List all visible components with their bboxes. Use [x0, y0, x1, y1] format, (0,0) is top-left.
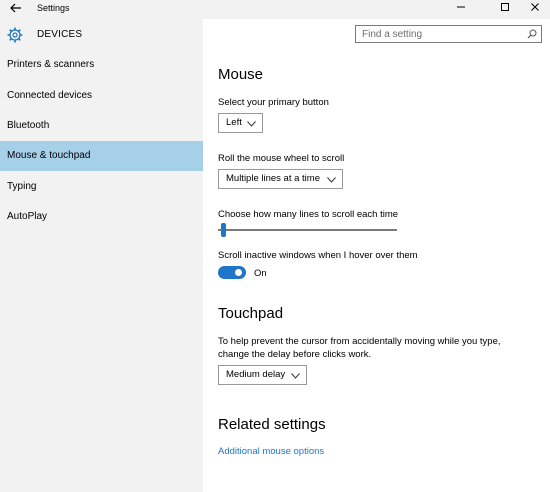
sidebar-item-typing[interactable]: Typing [0, 172, 203, 202]
page-title: DEVICES [37, 29, 83, 40]
related-settings-heading: Related settings [218, 416, 326, 433]
scroll-lines-slider-thumb[interactable] [221, 223, 227, 237]
toggle-knob [235, 269, 242, 276]
sidebar-item-bluetooth[interactable]: Bluetooth [0, 111, 203, 141]
chevron-down-icon [291, 373, 300, 379]
window-title: Settings [37, 3, 70, 13]
sidebar-item-mouse-touchpad[interactable]: Mouse & touchpad [0, 141, 203, 171]
sidebar: DEVICES Printers & scanners Connected de… [0, 19, 203, 492]
inactive-scroll-state: On [254, 268, 267, 279]
scroll-value: Multiple lines at a time [226, 173, 320, 184]
touchpad-heading: Touchpad [218, 305, 284, 322]
minimize-button[interactable] [446, 0, 476, 19]
scroll-label: Roll the mouse wheel to scroll [218, 153, 345, 164]
back-arrow-icon [9, 3, 21, 13]
scroll-lines-slider-track[interactable] [218, 229, 397, 231]
mouse-heading: Mouse [218, 66, 264, 83]
scroll-lines-label: Choose how many lines to scroll each tim… [218, 209, 399, 220]
primary-button-dropdown[interactable]: Left [218, 113, 263, 133]
additional-mouse-options-link[interactable]: Additional mouse options [218, 446, 324, 457]
search-input[interactable]: Find a setting [355, 25, 542, 43]
inactive-scroll-toggle[interactable] [218, 266, 246, 279]
title-bar: Settings [0, 0, 550, 19]
chevron-down-icon [247, 121, 256, 127]
search-placeholder: Find a setting [362, 29, 423, 40]
touchpad-delay-value: Medium delay [226, 369, 286, 380]
minimize-icon [457, 6, 465, 8]
gear-icon [7, 27, 23, 43]
chevron-down-icon [327, 177, 336, 183]
close-icon [531, 3, 539, 11]
primary-button-value: Left [226, 117, 242, 128]
back-button[interactable] [7, 2, 23, 16]
inactive-scroll-label: Scroll inactive windows when I hover ove… [218, 250, 418, 261]
scroll-dropdown[interactable]: Multiple lines at a time [218, 169, 343, 189]
primary-button-label: Select your primary button [218, 97, 329, 108]
devices-header: DEVICES [0, 19, 203, 49]
touchpad-delay-dropdown[interactable]: Medium delay [218, 365, 307, 385]
sidebar-item-printers-scanners[interactable]: Printers & scanners [0, 50, 203, 80]
maximize-icon [501, 3, 509, 11]
maximize-button[interactable] [490, 0, 520, 19]
close-button[interactable] [520, 0, 550, 19]
sidebar-item-connected-devices[interactable]: Connected devices [0, 81, 203, 111]
touchpad-description: To help prevent the cursor from accident… [218, 336, 501, 360]
search-icon[interactable] [527, 29, 537, 39]
sidebar-item-autoplay[interactable]: AutoPlay [0, 202, 203, 232]
